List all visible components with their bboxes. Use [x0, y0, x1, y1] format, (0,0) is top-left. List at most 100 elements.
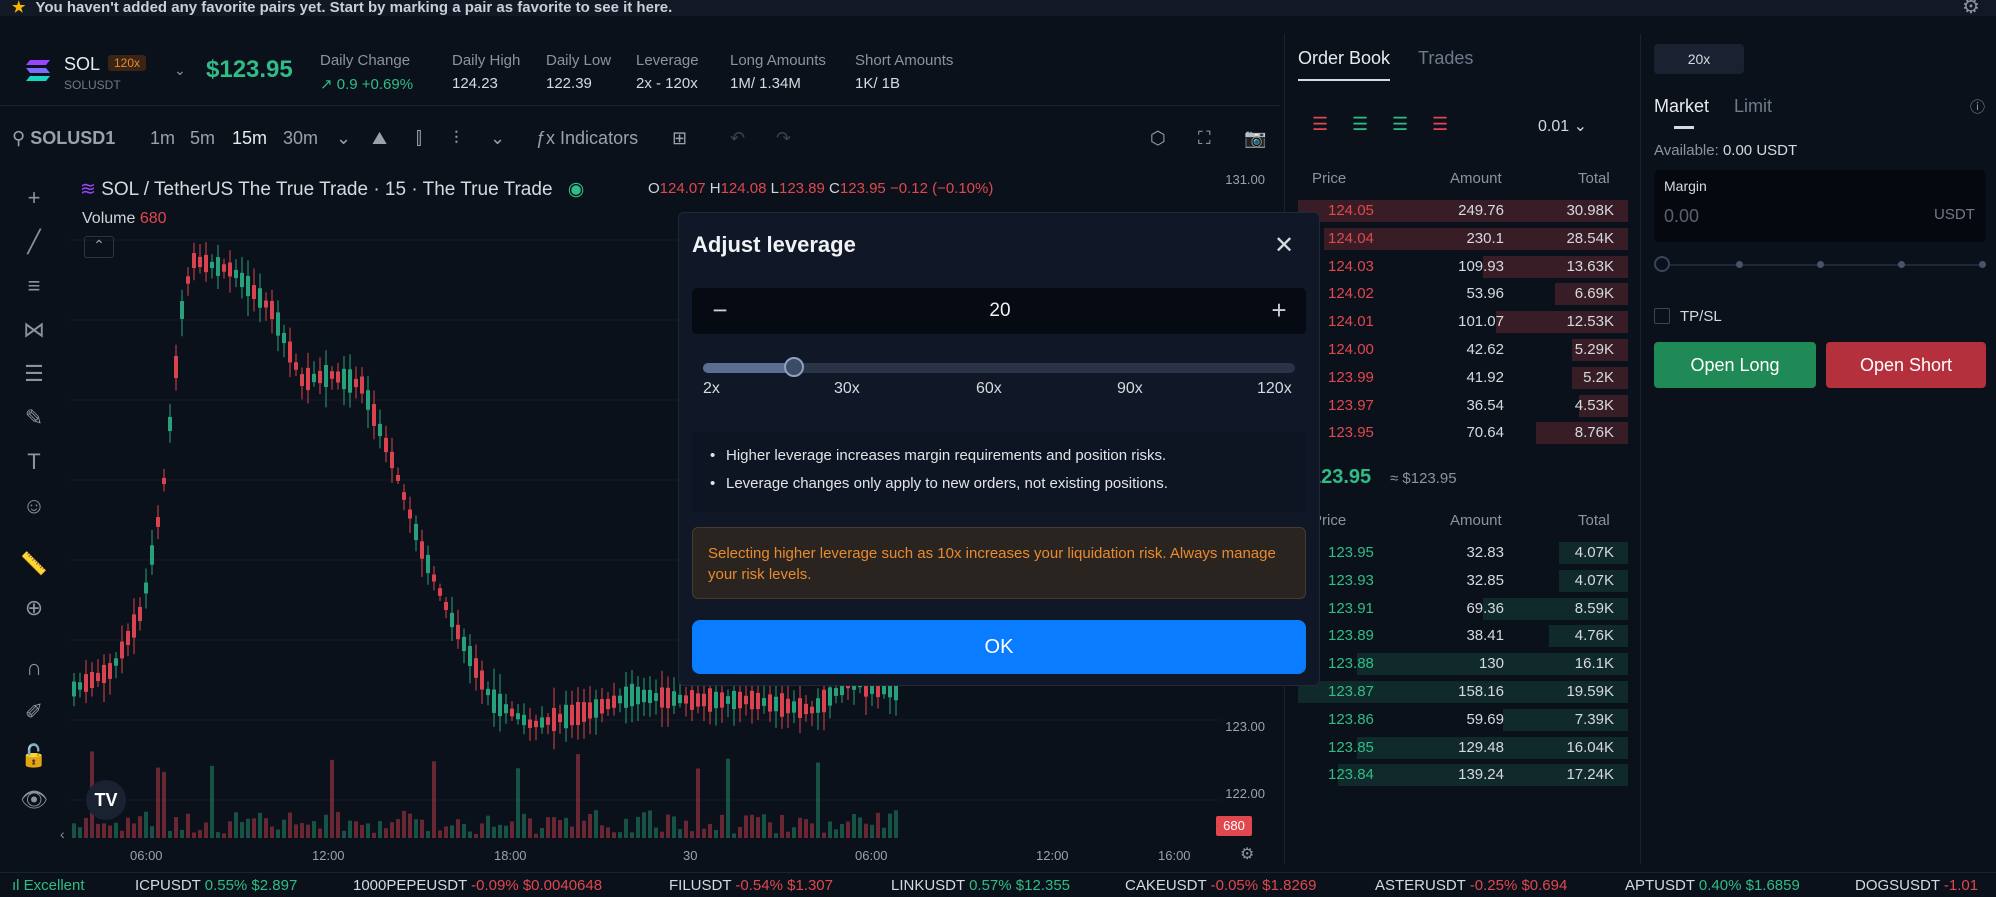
fib-icon[interactable]: ☰: [18, 358, 50, 390]
interval-30m[interactable]: 30m: [283, 128, 318, 149]
stat-leverage: Leverage 2x - 120x: [636, 52, 699, 92]
interval-5m[interactable]: 5m: [190, 128, 215, 149]
magnet-icon[interactable]: ∩: [18, 652, 50, 684]
symbol-search[interactable]: ⚲ SOLUSD1: [12, 128, 115, 149]
redo-icon[interactable]: ↷: [776, 128, 791, 149]
interval-15m[interactable]: 15m: [232, 128, 267, 149]
candle-body: [816, 698, 820, 713]
ruler-icon[interactable]: 📏: [18, 548, 50, 580]
decrement-button[interactable]: −: [706, 296, 734, 326]
tpsl-label: TP/SL: [1680, 308, 1722, 325]
layout-grid-icon[interactable]: ⊞: [672, 128, 687, 149]
open-long-button[interactable]: Open Long: [1654, 342, 1816, 388]
ticker-item[interactable]: ASTERUSDT -0.25% $0.694: [1375, 877, 1567, 894]
ask-row[interactable]: 123.97 36.54 4.53K: [1298, 393, 1628, 417]
ticker-item[interactable]: ICPUSDT 0.55% $2.897: [135, 877, 297, 894]
indicators-button[interactable]: ƒx Indicators: [536, 128, 638, 149]
ok-button[interactable]: OK: [692, 620, 1306, 674]
book-asks-icon[interactable]: ☰: [1432, 114, 1448, 135]
ticker-item[interactable]: APTUSDT 0.40% $1.6859: [1625, 877, 1800, 894]
tab-market[interactable]: Market: [1654, 96, 1709, 117]
collapse-icon[interactable]: ⌃: [84, 236, 114, 258]
ticker-symbol: DOGSUSDT: [1855, 877, 1944, 894]
fullscreen-icon[interactable]: ⛶: [1198, 128, 1211, 149]
candle-body: [318, 370, 322, 384]
hlines-icon[interactable]: ≡: [18, 270, 50, 302]
tpsl-checkbox[interactable]: [1654, 308, 1670, 324]
gear-icon[interactable]: ⚙: [1962, 0, 1982, 18]
candle-body: [684, 695, 688, 704]
leverage-chip[interactable]: 20x: [1654, 44, 1744, 74]
candle-body: [342, 368, 346, 390]
ticker-item[interactable]: 1000PEPEUSDT -0.09% $0.0040648: [353, 877, 602, 894]
candle-body: [174, 355, 178, 379]
ask-row[interactable]: 124.00 42.62 5.29K: [1298, 337, 1628, 361]
bid-row[interactable]: 123.85 129.48 16.04K: [1298, 735, 1628, 759]
candles-icon[interactable]: ⫿: [416, 128, 422, 149]
book-bids-alt-icon[interactable]: ☰: [1392, 114, 1408, 135]
bid-row[interactable]: 123.84 139.24 17.24K: [1298, 762, 1628, 787]
trendline-icon[interactable]: ╱: [18, 226, 50, 258]
banner-text: You haven't added any favorite pairs yet…: [35, 0, 673, 16]
ticker-item[interactable]: LINKUSDT 0.57% $12.355: [891, 877, 1070, 894]
area-chart-icon[interactable]: ⛰: [372, 128, 387, 149]
increment-button[interactable]: +: [1264, 296, 1294, 326]
book-bids-icon[interactable]: ☰: [1352, 114, 1368, 135]
ask-row[interactable]: 123.99 41.92 5.2K: [1298, 365, 1628, 389]
bid-row[interactable]: 123.89 38.41 4.76K: [1298, 623, 1628, 648]
margin-slider-thumb[interactable]: [1654, 256, 1670, 272]
bid-row[interactable]: 123.88 130 16.1K: [1298, 651, 1628, 676]
ticker-item[interactable]: FILUSDT -0.54% $1.307: [669, 877, 833, 894]
ask-row[interactable]: 124.02 53.96 6.69K: [1298, 281, 1628, 306]
pattern-icon[interactable]: ⋈: [18, 314, 50, 346]
eye-icon[interactable]: 👁: [18, 784, 50, 816]
row-price: 124.00: [1328, 341, 1374, 358]
ticker-item[interactable]: CAKEUSDT -0.05% $1.8269: [1125, 877, 1317, 894]
chevron-down-icon[interactable]: ⌄: [490, 128, 505, 149]
bid-row[interactable]: 123.95 32.83 4.07K: [1298, 540, 1628, 564]
camera-icon[interactable]: 📷: [1244, 128, 1266, 149]
ask-row[interactable]: 124.03 109.93 13.63K: [1298, 254, 1628, 278]
chevron-down-icon[interactable]: ⌄: [336, 128, 351, 149]
brush-icon[interactable]: ✎: [18, 402, 50, 434]
chevron-left-icon[interactable]: ‹: [60, 826, 65, 842]
interval-1m[interactable]: 1m: [150, 128, 175, 149]
settings-hex-icon[interactable]: ⬡: [1150, 128, 1166, 149]
candle-body: [162, 477, 166, 485]
emoji-icon[interactable]: ☺: [18, 490, 50, 522]
volume-bar: [750, 814, 754, 838]
ask-row[interactable]: 124.01 101.07 12.53K: [1298, 309, 1628, 334]
margin-input[interactable]: 0.00: [1664, 206, 1699, 227]
bid-row[interactable]: 123.93 32.85 4.07K: [1298, 568, 1628, 592]
chart-settings-icon[interactable]: ⚙: [1240, 844, 1254, 864]
chevron-down-icon[interactable]: ⌄: [174, 62, 186, 79]
precision-select[interactable]: 0.01 ⌄: [1538, 116, 1587, 136]
info-icon[interactable]: ⓘ: [1970, 96, 1985, 117]
ticker-item[interactable]: DOGSUSDT -1.01: [1855, 877, 1978, 894]
tab-order-book[interactable]: Order Book: [1298, 48, 1391, 81]
close-icon[interactable]: ✕: [1270, 232, 1298, 260]
tab-trades[interactable]: Trades: [1418, 48, 1473, 69]
ticker-symbol[interactable]: SOL: [64, 54, 100, 75]
open-short-button[interactable]: Open Short: [1826, 342, 1986, 388]
ask-row[interactable]: 124.05 249.76 30.98K: [1298, 198, 1628, 222]
zoom-in-icon[interactable]: ⊕: [18, 592, 50, 624]
row-price: 123.95: [1328, 424, 1374, 442]
lock-icon[interactable]: 🔓: [18, 740, 50, 772]
text-icon[interactable]: T: [18, 446, 50, 478]
lock-draw-icon[interactable]: ✐: [18, 696, 50, 728]
bars-icon[interactable]: ⫶: [454, 128, 459, 149]
bid-row[interactable]: 123.86 59.69 7.39K: [1298, 707, 1628, 731]
volume-bar: [606, 827, 610, 838]
crosshair-icon[interactable]: +: [18, 182, 50, 214]
book-both-icon[interactable]: ☰: [1312, 114, 1328, 135]
row-price: 123.91: [1328, 599, 1374, 617]
undo-icon[interactable]: ↶: [730, 128, 745, 149]
row-amount: 42.62: [1466, 341, 1504, 358]
bid-row[interactable]: 123.87 158.16 19.59K: [1298, 679, 1628, 703]
leverage-input[interactable]: 20: [960, 300, 1040, 322]
ask-row[interactable]: 123.95 70.64 8.76K: [1298, 420, 1628, 445]
bid-row[interactable]: 123.91 69.36 8.59K: [1298, 596, 1628, 620]
ask-row[interactable]: 124.04 230.1 28.54K: [1298, 226, 1628, 250]
tab-limit[interactable]: Limit: [1734, 96, 1772, 117]
